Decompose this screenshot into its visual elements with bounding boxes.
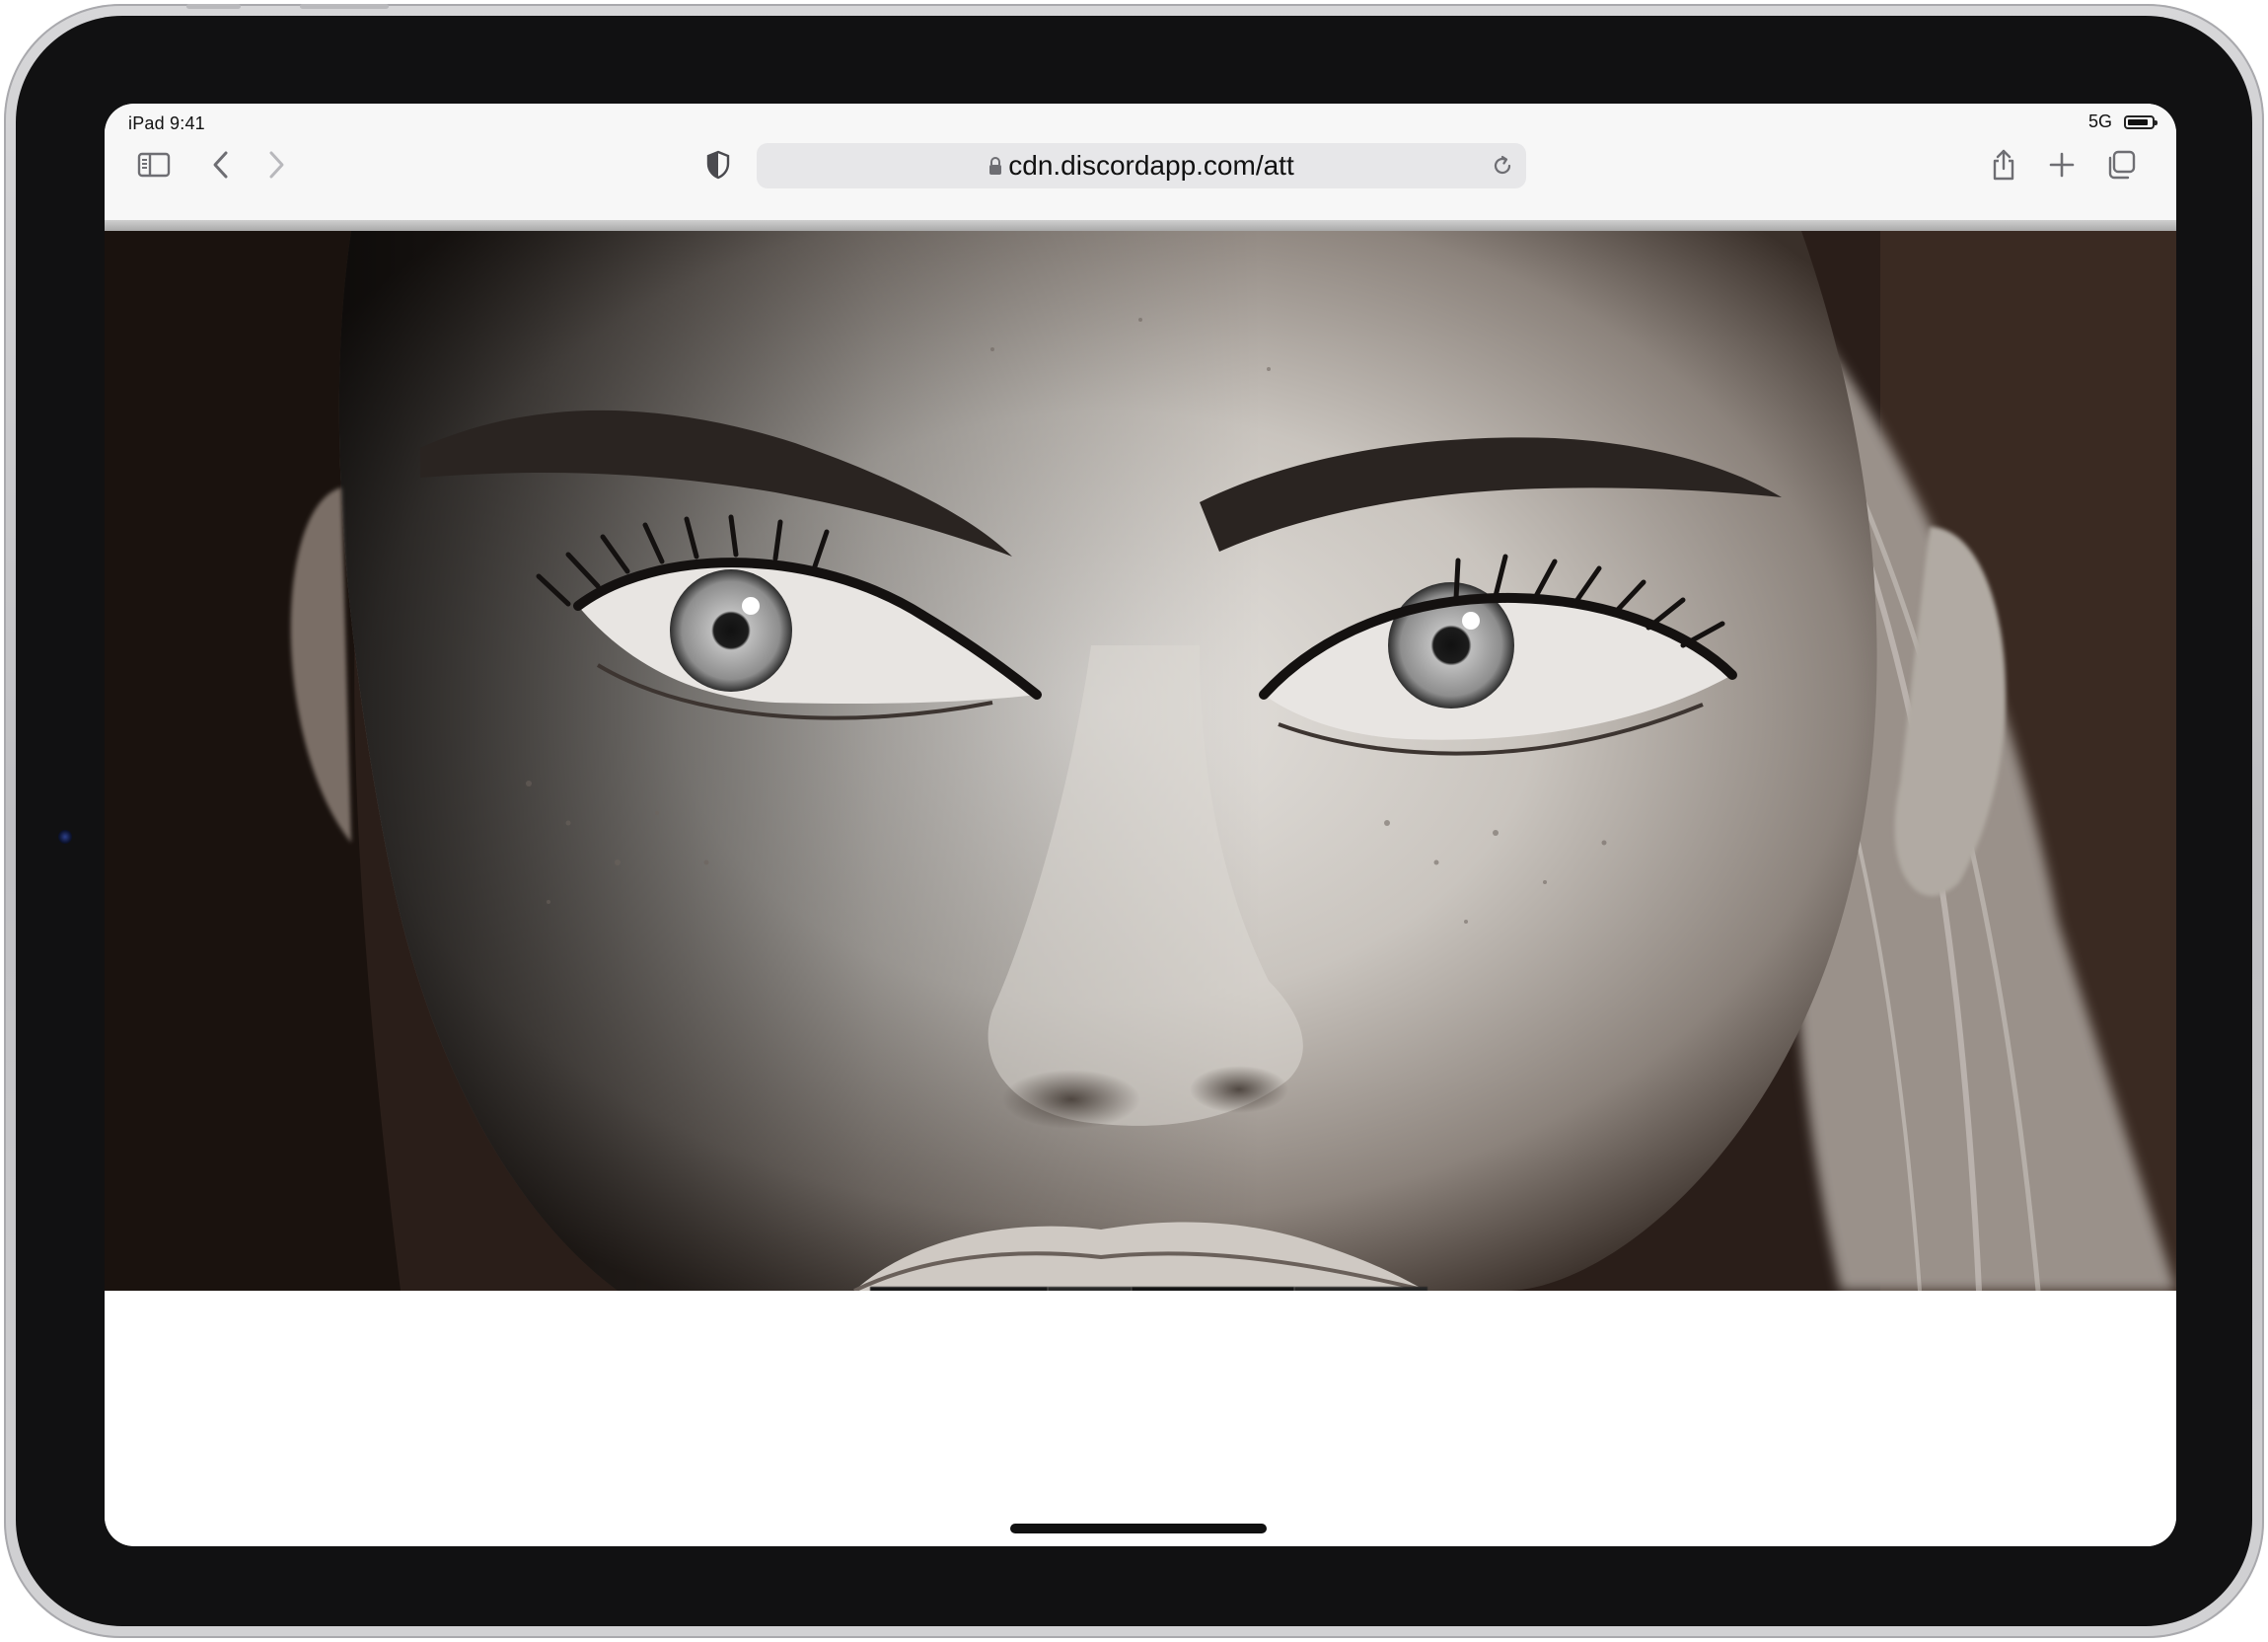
front-camera <box>58 830 72 844</box>
lock-icon <box>989 157 1002 175</box>
screenshot-stage: iPad 9:41 5G cdn.discordapp.com/att <box>0 0 2268 1642</box>
status-indicators: 5G <box>2087 112 2158 132</box>
battery-icon <box>2124 114 2158 129</box>
portrait-illustration <box>105 231 2176 1291</box>
chevron-left-icon <box>213 151 228 179</box>
page-blank-area <box>105 1291 2176 1546</box>
page-top-edge <box>105 220 2176 231</box>
share-button[interactable] <box>1982 143 2025 187</box>
sidebar-icon <box>137 152 171 178</box>
reload-button[interactable] <box>1489 152 1516 180</box>
shield-icon <box>706 150 730 180</box>
share-icon <box>1993 149 2014 181</box>
portrait-image <box>105 231 2176 1291</box>
privacy-report-button[interactable] <box>696 143 740 187</box>
hardware-button <box>186 4 241 9</box>
tabs-overview-button[interactable] <box>2099 143 2143 187</box>
ipad-screen: iPad 9:41 5G cdn.discordapp.com/att <box>105 104 2176 1546</box>
forward-button[interactable] <box>255 143 298 187</box>
network-label: 5G <box>2087 112 2112 131</box>
reload-icon <box>1494 155 1511 175</box>
chevron-right-icon <box>269 151 284 179</box>
tabs-icon <box>2108 150 2136 180</box>
battery-fill <box>2128 118 2148 125</box>
back-button[interactable] <box>199 143 243 187</box>
ipad-frame: iPad 9:41 5G cdn.discordapp.com/att <box>4 4 2264 1638</box>
sidebar-button[interactable] <box>132 143 176 187</box>
status-time: iPad 9:41 <box>128 113 205 133</box>
home-indicator[interactable] <box>1010 1524 1267 1533</box>
hardware-button <box>300 4 389 9</box>
new-tab-button[interactable] <box>2040 143 2084 187</box>
url-text: cdn.discordapp.com/att <box>1008 150 1294 181</box>
plus-icon <box>2049 152 2075 178</box>
address-bar[interactable]: cdn.discordapp.com/att <box>757 143 1526 188</box>
safari-toolbar: iPad 9:41 5G cdn.discordapp.com/att <box>105 104 2176 221</box>
